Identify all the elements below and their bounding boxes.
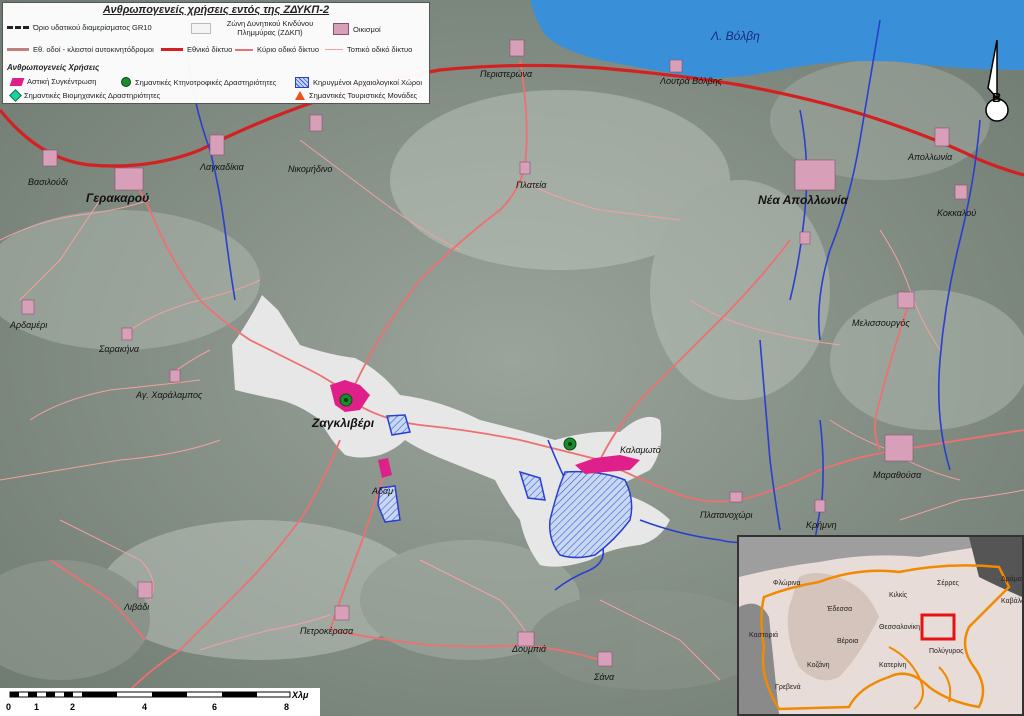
label-lagkadikia: Λαγκαδίκια [199, 162, 245, 172]
label-adam: Αδάμ [371, 486, 393, 496]
label-sarakina: Σαρακήνα [98, 344, 140, 354]
tourism-pentagon-icon [295, 91, 305, 100]
inset-thessaloniki: Θεσσαλονίκη [879, 623, 920, 631]
north-arrow: Β [985, 39, 1009, 122]
label-plateia: Πλατεία [516, 180, 547, 190]
scale-tick-4: 4 [142, 702, 147, 712]
local-road-icon [325, 49, 343, 50]
scale-tick-2: 2 [70, 702, 75, 712]
label-krimni: Κρήμνη [806, 520, 837, 530]
scale-unit: Χλμ [291, 690, 309, 700]
label-kalamoto: Καλαμωτό [620, 445, 661, 455]
label-platanochori: Πλατανοχώρι [700, 510, 753, 520]
national-road-icon [161, 48, 183, 51]
north-label: Β [992, 90, 1001, 105]
inset-serres: Σέρρες [937, 579, 960, 587]
legend-boundary: Όριο υδατικού διαμερίσματος GR10 [7, 23, 152, 32]
label-nea-apollonia: Νέα Απολλωνία [758, 193, 848, 207]
scale-tick-6: 6 [212, 702, 217, 712]
inset-veroia: Βέροια [837, 637, 858, 645]
inset-kilkis: Κιλκίς [889, 591, 908, 599]
inset-katerini: Κατερίνη [879, 661, 907, 669]
label-petrokerasa: Πετροκέρασα [300, 626, 354, 636]
main-road-icon [235, 48, 253, 51]
label-nikomidino: Νικομήδινο [288, 164, 332, 174]
urban-icon [9, 77, 25, 86]
legend-main-road: Κύριο οδικό δίκτυο [235, 45, 319, 54]
boundary-line-icon [7, 26, 29, 29]
legend-tourism: Σημαντικές Τουριστικές Μονάδες [295, 91, 417, 100]
label-loutra: Λουτρά Βόλβης [659, 76, 723, 86]
legend-flood-zone: Ζώνη Δυνητικού Κινδύνου Πλημμύρας (ΖΔΚΠ) [191, 19, 325, 37]
legend-urban: Αστική Συγκέντρωση [9, 77, 96, 86]
inset-kozani: Κοζάνη [807, 661, 830, 669]
settlement-icon [333, 23, 349, 35]
label-zagkliveri: Ζαγκλιβέρι [311, 416, 375, 430]
legend-motorways: Εθ. οδοί - κλειστοί αυτοκινητόδρομοι [7, 45, 154, 54]
scale-tick-1: 1 [34, 702, 39, 712]
legend-settlements: Οικισμοί [333, 23, 381, 35]
motorway-line-icon [7, 48, 29, 51]
label-melissourgos: Μελισσουργός [852, 318, 910, 328]
inset-drama: Δράμα [1001, 575, 1022, 583]
inset-kavala: Καβάλα [1001, 597, 1022, 605]
industrial-diamond-icon [9, 89, 22, 102]
legend-human-uses-heading: Ανθρωπογενείς Χρήσεις [7, 63, 100, 72]
inset-canvas: Φλώρινα Έδεσσα Κιλκίς Σέρρες Δράμα Καβάλ… [739, 537, 1022, 714]
inset-florina: Φλώρινα [773, 579, 801, 587]
livestock-icon [121, 77, 131, 87]
label-vasiloudi: Βασιλούδι [28, 177, 68, 187]
label-apollonia: Απολλωνία [907, 152, 953, 162]
label-kokkalou: Κοκκαλού [937, 208, 976, 218]
label-doumpia: Δουμπιά [511, 644, 547, 654]
archaeological-site-icon [295, 77, 309, 88]
legend-national: Εθνικό δίκτυο [161, 45, 232, 54]
label-marathousa: Μαραθούσα [873, 470, 922, 480]
scale-tick-0: 0 [6, 702, 11, 712]
legend-title: Ανθρωπογενείς χρήσεις εντός της ΖΔΥΚΠ-2 [102, 4, 330, 16]
label-livadi: Λιβάδι [123, 602, 149, 612]
lake-label: Λ. Βόλβη [710, 29, 760, 43]
label-sana: Σάνα [593, 672, 615, 682]
scale-bar: 0 1 2 4 6 8 Χλμ [0, 688, 320, 716]
legend-livestock: Σημαντικές Κτηνοτροφικές Δραστηριότητες [121, 77, 276, 87]
label-ag-charalampos: Αγ. Χαράλαμπος [135, 390, 203, 400]
inset-poligyros: Πολύγυρος [929, 647, 964, 655]
label-gerakarou: Γερακαρού [86, 191, 149, 205]
legend-local-road: Τοπικό οδικό δίκτυο [325, 45, 412, 54]
scale-tick-8: 8 [284, 702, 289, 712]
flood-zone-icon [191, 22, 211, 34]
map-legend: Ανθρωπογενείς χρήσεις εντός της ΖΔΥΚΠ-2 … [2, 2, 430, 104]
inset-kastoria: Καστοριά [749, 631, 778, 639]
inset-edessa: Έδεσσα [826, 606, 852, 613]
legend-industrial: Σημαντικές Βιομηχανικές Δραστηριότητες [9, 89, 160, 102]
label-peristerona: Περιστερώνα [480, 69, 533, 79]
label-ardameri: Αρδαμέρι [9, 320, 47, 330]
legend-archaeo: Κηρυγμένοι Αρχαιολογικοί Χώροι [295, 77, 422, 88]
inset-map: Φλώρινα Έδεσσα Κιλκίς Σέρρες Δράμα Καβάλ… [737, 535, 1024, 716]
inset-grevena: Γρεβενά [775, 683, 801, 691]
